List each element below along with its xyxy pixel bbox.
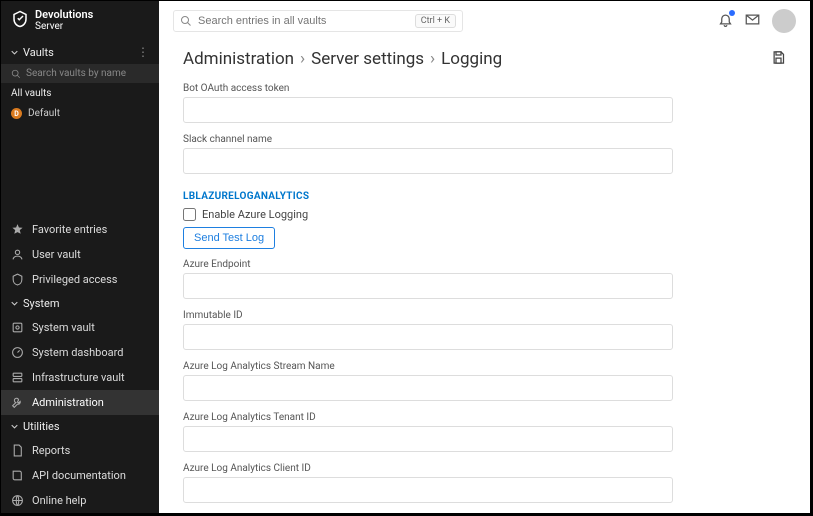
input-client-id[interactable] [183, 477, 673, 503]
main-panel: Ctrl + K Administration › Server sett [159, 1, 810, 513]
breadcrumb-logging: Logging [441, 49, 502, 69]
vault-item-default[interactable]: D Default [1, 104, 159, 123]
input-tenant-id[interactable] [183, 426, 673, 452]
label-immutable-id: Immutable ID [183, 310, 786, 321]
nav-label: Administration [32, 396, 104, 409]
input-immutable-id[interactable] [183, 324, 673, 350]
nav-label: Infrastructure vault [32, 371, 125, 384]
gauge-icon [11, 346, 24, 359]
search-input[interactable] [198, 15, 409, 27]
server-icon [11, 371, 24, 384]
utilities-title: Utilities [23, 420, 60, 433]
document-icon [11, 444, 24, 457]
content-area: Administration › Server settings › Loggi… [159, 41, 810, 513]
sidebar-item-favorite-entries[interactable]: Favorite entries [1, 217, 159, 242]
utilities-section-header[interactable]: Utilities [1, 415, 159, 438]
nav-label: API documentation [32, 469, 126, 482]
brand-logo: Devolutions Server [1, 1, 159, 40]
search-icon [11, 69, 21, 79]
checkbox-enable-azure-logging[interactable] [183, 208, 196, 221]
label-tenant-id: Azure Log Analytics Tenant ID [183, 412, 786, 423]
system-title: System [23, 297, 60, 310]
save-icon [771, 50, 786, 65]
sidebar-item-online-help[interactable]: Online help [1, 488, 159, 513]
brand-sub: Server [35, 22, 93, 33]
sidebar-item-privileged-access[interactable]: Privileged access [1, 267, 159, 292]
section-azure-log-analytics: LBLAZURELOGANALYTICS [183, 191, 786, 202]
label-bot-oauth: Bot OAuth access token [183, 83, 786, 94]
nav-label: Online help [32, 494, 86, 507]
vault-avatar-icon: D [11, 108, 22, 119]
shield-logo-icon [11, 10, 29, 31]
chevron-down-icon [11, 49, 18, 56]
vaults-title: Vaults [23, 46, 54, 59]
sidebar: Devolutions Server Vaults ⋮ Search vault… [1, 1, 159, 513]
notifications-button[interactable] [718, 12, 733, 30]
globe-icon [11, 494, 24, 507]
input-stream-name[interactable] [183, 375, 673, 401]
user-avatar[interactable] [772, 9, 796, 33]
all-vaults[interactable]: All vaults [1, 83, 159, 104]
breadcrumb: Administration › Server settings › Loggi… [183, 49, 502, 69]
nav-label: Favorite entries [32, 223, 107, 236]
global-search[interactable]: Ctrl + K [173, 10, 463, 32]
nav-label: System dashboard [32, 346, 123, 359]
notification-dot-icon [729, 10, 735, 16]
app-window: Devolutions Server Vaults ⋮ Search vault… [0, 0, 813, 516]
nav-label: Reports [32, 444, 70, 457]
breadcrumb-administration[interactable]: Administration [183, 49, 294, 69]
envelope-icon [745, 12, 760, 27]
sidebar-item-administration[interactable]: Administration [1, 390, 159, 415]
vaults-menu-icon[interactable]: ⋮ [137, 45, 149, 59]
safe-icon [11, 321, 24, 334]
input-bot-oauth[interactable] [183, 97, 673, 123]
top-icons [718, 9, 796, 33]
nav-label: Privileged access [32, 273, 117, 286]
chevron-down-icon [11, 423, 18, 430]
search-icon [180, 15, 192, 27]
label-slack-channel: Slack channel name [183, 134, 786, 145]
label-stream-name: Azure Log Analytics Stream Name [183, 361, 786, 372]
input-slack-channel[interactable] [183, 148, 673, 174]
label-enable-azure-logging: Enable Azure Logging [202, 208, 308, 221]
sidebar-item-reports[interactable]: Reports [1, 438, 159, 463]
label-client-id: Azure Log Analytics Client ID [183, 463, 786, 474]
user-icon [11, 248, 24, 261]
brand-name: Devolutions [35, 8, 93, 21]
sidebar-item-system-vault[interactable]: System vault [1, 315, 159, 340]
search-shortcut: Ctrl + K [415, 14, 456, 28]
nav-label: System vault [32, 321, 95, 334]
send-test-log-button[interactable]: Send Test Log [183, 227, 275, 249]
nav-label: User vault [32, 248, 81, 261]
vault-search-placeholder: Search vaults by name [26, 68, 126, 79]
breadcrumb-server-settings[interactable]: Server settings [311, 49, 424, 69]
chevron-right-icon: › [430, 49, 435, 69]
save-button[interactable] [771, 50, 786, 68]
chevron-down-icon [11, 300, 18, 307]
shield-icon [11, 273, 24, 286]
vault-item-label: Default [28, 108, 60, 119]
messages-button[interactable] [745, 12, 760, 30]
sidebar-item-system-dashboard[interactable]: System dashboard [1, 340, 159, 365]
sidebar-item-api-documentation[interactable]: API documentation [1, 463, 159, 488]
star-icon [11, 223, 24, 236]
sidebar-item-user-vault[interactable]: User vault [1, 242, 159, 267]
book-icon [11, 469, 24, 482]
vaults-section-header[interactable]: Vaults ⋮ [1, 40, 159, 64]
vault-search[interactable]: Search vaults by name [1, 64, 159, 83]
wrench-icon [11, 396, 24, 409]
chevron-right-icon: › [300, 49, 305, 69]
topbar: Ctrl + K [159, 1, 810, 41]
input-azure-endpoint[interactable] [183, 273, 673, 299]
sidebar-item-infrastructure-vault[interactable]: Infrastructure vault [1, 365, 159, 390]
label-azure-endpoint: Azure Endpoint [183, 259, 786, 270]
system-section-header[interactable]: System [1, 292, 159, 315]
